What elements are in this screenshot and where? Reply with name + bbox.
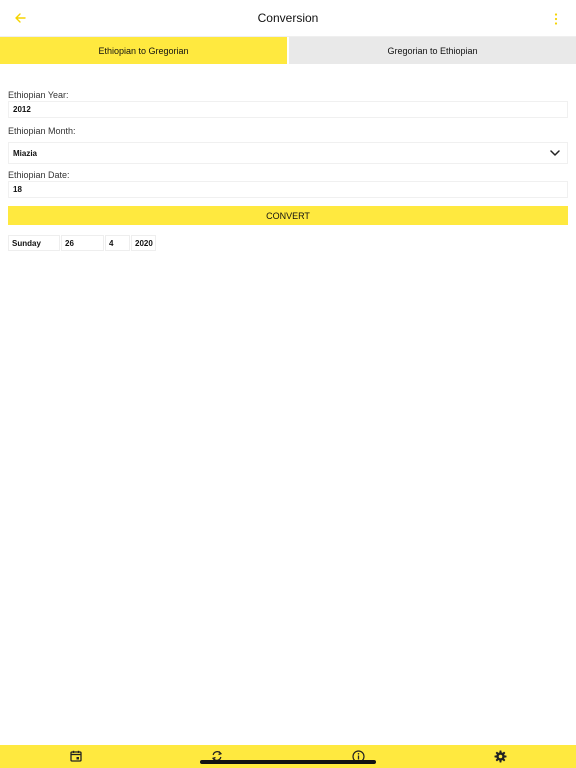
more-vertical-icon xyxy=(554,13,558,25)
result-year: 2020 xyxy=(131,235,156,251)
tab-gregorian-to-ethiopian[interactable]: Gregorian to Ethiopian xyxy=(289,37,576,64)
result-day: 26 xyxy=(61,235,104,251)
month-label: Ethiopian Month: xyxy=(8,126,76,136)
bottom-navigation xyxy=(0,745,576,768)
header: Conversion xyxy=(0,0,576,37)
home-indicator xyxy=(200,760,376,764)
month-select-value: Miazia xyxy=(13,148,38,158)
month-select[interactable]: Miazia xyxy=(8,142,568,164)
result-row: Sunday 26 4 2020 xyxy=(8,235,157,251)
calendar-icon xyxy=(70,750,82,762)
year-label: Ethiopian Year: xyxy=(8,90,69,100)
settings-icon xyxy=(494,750,506,762)
app: Conversion Ethiopian to Gregorian Gregor… xyxy=(0,0,576,768)
nav-calendar[interactable] xyxy=(68,748,84,764)
tab-ethiopian-to-gregorian[interactable]: Ethiopian to Gregorian xyxy=(0,37,287,64)
convert-button[interactable]: CONVERT xyxy=(8,206,568,225)
nav-settings[interactable] xyxy=(492,748,508,764)
page-title: Conversion xyxy=(257,11,319,25)
date-label: Ethiopian Date: xyxy=(8,170,70,180)
tab-bar: Ethiopian to Gregorian Gregorian to Ethi… xyxy=(0,37,576,64)
result-month: 4 xyxy=(105,235,130,251)
date-field[interactable]: 18 xyxy=(8,181,568,198)
more-menu-button[interactable] xyxy=(548,9,564,29)
result-weekday: Sunday xyxy=(8,235,60,251)
year-field[interactable]: 2012 xyxy=(8,101,568,118)
chevron-down-icon xyxy=(549,147,561,159)
